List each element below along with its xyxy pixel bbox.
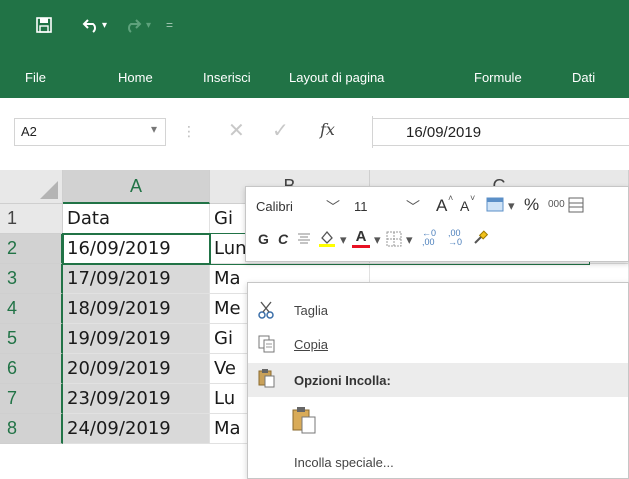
cell-a8[interactable]: 24/09/2019	[63, 414, 210, 444]
paste-icon	[256, 367, 278, 389]
redo-dropdown-icon[interactable]: ▾	[146, 14, 151, 36]
decrease-decimal-label: ,00	[448, 228, 461, 238]
name-box[interactable]: A2 ▾	[14, 118, 166, 146]
context-menu: Taglia Copia Opzioni Incolla: Incolla sp…	[247, 282, 629, 479]
tab-layout-di-pagina[interactable]: Layout di pagina	[289, 70, 384, 85]
align-center-icon[interactable]	[296, 231, 312, 252]
formula-bar-grip-icon: ⋮	[182, 123, 196, 139]
tab-dati[interactable]: Dati	[572, 70, 595, 85]
customize-qat-icon[interactable]: =	[166, 14, 173, 36]
menu-section-label: Opzioni Incolla:	[294, 373, 391, 388]
chevron-down-icon[interactable]: ▾	[340, 232, 347, 248]
undo-dropdown-icon[interactable]: ▾	[102, 14, 107, 36]
row-header[interactable]: 6	[0, 354, 63, 384]
formula-input[interactable]: 16/09/2019	[372, 118, 629, 146]
increase-font-size-button[interactable]: A	[436, 196, 447, 216]
undo-icon[interactable]	[82, 14, 100, 36]
menu-item-copia[interactable]: Copia	[248, 327, 628, 361]
mini-toolbar-row-2: G C ▾ A ▾ ▾ ←0,00 ,00 →0	[246, 225, 629, 255]
chevron-down-icon[interactable]: ﹀	[326, 197, 340, 217]
enter-icon[interactable]: ✓	[272, 118, 289, 143]
row-header[interactable]: 4	[0, 294, 63, 324]
cell-a4[interactable]: 18/09/2019	[63, 294, 210, 324]
increase-decimal-label: ,00	[422, 237, 435, 247]
cell-a5[interactable]: 19/09/2019	[63, 324, 210, 354]
row-header[interactable]: 5	[0, 324, 63, 354]
cell-a7[interactable]: 23/09/2019	[63, 384, 210, 414]
decrease-decimal-button[interactable]: ,00 →0	[448, 229, 462, 247]
title-bar: ▾ ▾ = File Home Inserisci Layout di pagi…	[0, 0, 629, 98]
tab-formule[interactable]: Formule	[474, 70, 522, 85]
menu-item-label: Copia	[294, 337, 328, 352]
tab-inserisci[interactable]: Inserisci	[203, 70, 251, 85]
formula-bar: A2 ▾ ⋮ ✕ ✓ fx 16/09/2019	[0, 98, 629, 170]
merge-cells-icon[interactable]	[568, 197, 584, 218]
formula-content: 16/09/2019	[406, 124, 482, 141]
fill-color-icon[interactable]	[318, 229, 336, 252]
row-header[interactable]: 8	[0, 414, 63, 444]
menu-item-taglia[interactable]: Taglia	[248, 293, 628, 327]
chevron-down-icon[interactable]: ﹀	[406, 197, 420, 217]
decrease-font-size-button[interactable]: A	[460, 198, 469, 214]
menu-item-label: Taglia	[294, 303, 328, 318]
mini-toolbar-row-1: Calibri ﹀ 11 ﹀ A ˄ A ˅ ▾ % 000	[246, 191, 629, 221]
redo-icon[interactable]	[124, 14, 142, 36]
font-color-button[interactable]: A	[352, 229, 370, 248]
chevron-down-icon[interactable]: ▾	[151, 122, 157, 136]
menu-section-opzioni-incolla: Opzioni Incolla:	[248, 363, 628, 397]
font-color-letter: A	[355, 228, 367, 245]
clipboard-paste-icon	[290, 405, 318, 435]
chevron-down-icon[interactable]: ▾	[406, 232, 413, 248]
scissors-icon	[256, 299, 278, 321]
italic-button[interactable]: C	[278, 231, 288, 247]
font-name-box[interactable]: Calibri	[256, 199, 293, 214]
caret-down-icon: ˅	[470, 193, 476, 203]
cell-a2[interactable]: 16/09/2019	[63, 234, 210, 264]
row-header[interactable]: 2	[0, 234, 63, 264]
mini-toolbar: Calibri ﹀ 11 ﹀ A ˄ A ˅ ▾ % 000 G C ▾ A ▾	[245, 186, 629, 262]
format-table-icon[interactable]	[486, 197, 504, 218]
formula-divider	[372, 116, 373, 148]
bold-button[interactable]: G	[258, 231, 269, 247]
caret-up-icon: ˄	[448, 193, 454, 203]
cell-a6[interactable]: 20/09/2019	[63, 354, 210, 384]
increase-decimal-button[interactable]: ←0,00	[422, 229, 436, 247]
menu-item-label: Incolla speciale...	[294, 455, 394, 470]
save-icon[interactable]	[36, 14, 52, 36]
name-box-value: A2	[21, 124, 37, 139]
copy-icon	[256, 333, 278, 355]
row-header[interactable]: 3	[0, 264, 63, 294]
select-all-button[interactable]	[0, 170, 63, 204]
thousands-separator-button[interactable]: 000	[548, 199, 565, 210]
format-painter-icon[interactable]	[472, 230, 489, 251]
borders-icon[interactable]	[386, 231, 402, 252]
cell-a3[interactable]: 17/09/2019	[63, 264, 210, 294]
menu-item-incolla-speciale[interactable]: Incolla speciale...	[248, 445, 628, 479]
font-size-box[interactable]: 11	[354, 199, 368, 214]
row-header[interactable]: 7	[0, 384, 63, 414]
paste-option-button[interactable]	[248, 401, 628, 439]
insert-function-icon[interactable]: fx	[320, 120, 335, 139]
chevron-down-icon[interactable]: ▾	[508, 198, 515, 214]
ribbon-tabs: File Home Inserisci Layout di pagina For…	[0, 64, 629, 94]
row-header[interactable]: 1	[0, 204, 63, 234]
quick-access-toolbar: ▾ ▾ =	[0, 0, 629, 52]
cancel-icon[interactable]: ✕	[228, 118, 245, 143]
tab-home[interactable]: Home	[118, 70, 153, 85]
column-header-a[interactable]: A	[63, 170, 210, 204]
tab-file[interactable]: File	[25, 70, 46, 85]
percent-style-button[interactable]: %	[524, 195, 539, 215]
font-color-swatch	[352, 245, 370, 248]
chevron-down-icon[interactable]: ▾	[374, 232, 381, 248]
cell-a1[interactable]: Data	[63, 204, 210, 234]
